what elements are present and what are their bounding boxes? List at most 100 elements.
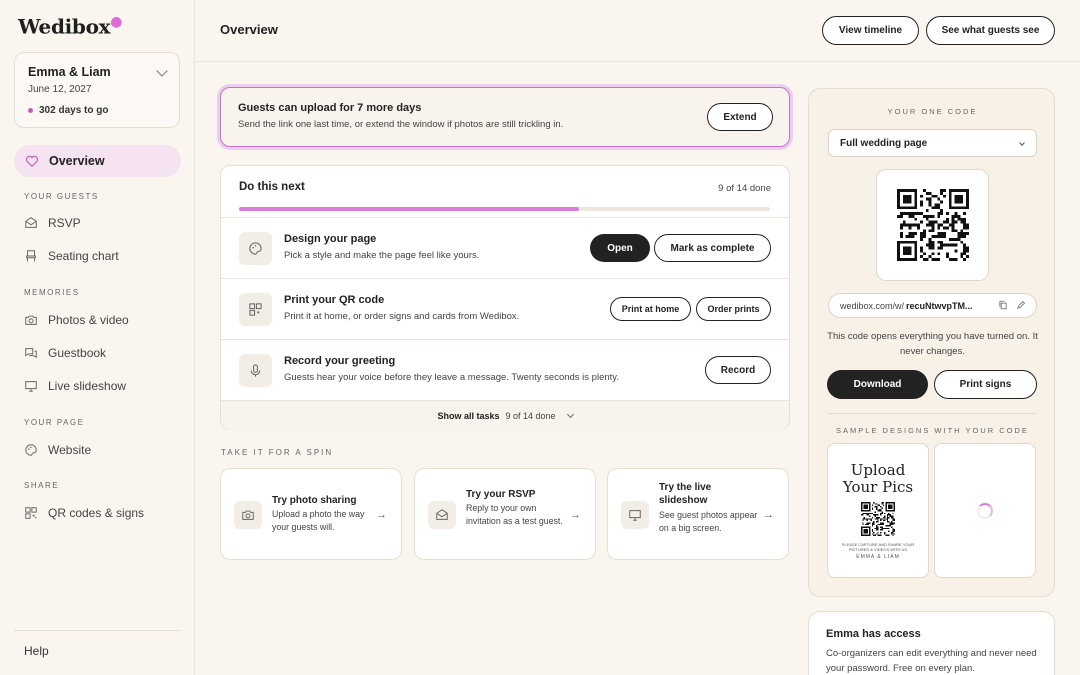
print-signs-button[interactable]: Print signs bbox=[934, 370, 1037, 399]
sample-headline: Upload Your Pics bbox=[842, 461, 914, 496]
sidebar-item-seating-chart[interactable]: Seating chart bbox=[24, 246, 119, 266]
spin-card-title: Try your RSVP bbox=[466, 489, 536, 500]
task-row-design: Design your page Pick a style and make t… bbox=[221, 217, 789, 278]
access-title: Emma has access bbox=[826, 628, 921, 640]
top-bar: Overview View timeline See what guests s… bbox=[195, 0, 1080, 62]
loading-spinner bbox=[977, 503, 993, 519]
countdown: 302 days to go bbox=[28, 105, 108, 116]
section-share: Share bbox=[24, 481, 60, 490]
progress-fill bbox=[239, 207, 579, 211]
qr-icon bbox=[24, 506, 38, 520]
task-row-greeting: Record your greeting Guests hear your vo… bbox=[221, 339, 789, 400]
edit-icon[interactable] bbox=[1016, 300, 1026, 312]
task-row-qr: Print your QR code Print it at home, or … bbox=[221, 278, 789, 339]
todo-card: Do this next 9 of 14 done Design your pa… bbox=[220, 165, 790, 430]
heart-icon bbox=[25, 154, 39, 168]
spin-card-photo-sharing[interactable]: Try photo sharing Upload a photo the way… bbox=[220, 468, 402, 560]
qr-code-image bbox=[876, 169, 989, 281]
event-date: June 12, 2027 bbox=[28, 84, 92, 95]
divider bbox=[14, 630, 181, 631]
show-all-tasks-toggle[interactable]: Show all tasks 9 of 14 done bbox=[221, 400, 789, 430]
sample-caption: PLEASE CAPTURE AND SHARE YOUR PICTURES &… bbox=[841, 542, 915, 552]
mark-complete-button[interactable]: Mark as complete bbox=[654, 234, 771, 262]
chevron-down-icon bbox=[566, 410, 574, 418]
upload-window-banner: Guests can upload for 7 more days Send t… bbox=[220, 87, 790, 147]
download-button[interactable]: Download bbox=[827, 370, 928, 399]
section-your-page: Your page bbox=[24, 418, 85, 427]
qr-url-field: wedibox.com/w/recuNtwvpTM... bbox=[828, 293, 1037, 318]
task-title: Record your greeting bbox=[284, 355, 396, 367]
access-subtitle: Co-organizers can edit everything and ne… bbox=[826, 648, 1037, 674]
spin-section-label: Take it for a spin bbox=[221, 448, 334, 457]
todo-title: Do this next bbox=[239, 181, 305, 193]
sample-design-upload-pics[interactable]: Upload Your Pics PLEASE CAPTURE AND SHARE… bbox=[827, 443, 929, 578]
task-subtitle: Pick a style and make the page feel like… bbox=[284, 250, 480, 261]
open-button[interactable]: Open bbox=[590, 234, 650, 262]
help-link[interactable]: Help bbox=[24, 644, 49, 658]
microphone-icon bbox=[239, 354, 272, 387]
task-subtitle: Guests hear your voice before they leave… bbox=[284, 372, 619, 383]
sidebar-item-rsvp[interactable]: RSVP bbox=[24, 213, 81, 233]
spin-card-subtitle: Reply to your own invitation as a test g… bbox=[466, 503, 563, 526]
qr-destination-select[interactable]: Full wedding page bbox=[828, 129, 1037, 157]
qr-description: This code opens everything you have turn… bbox=[827, 331, 1038, 357]
samples-label: Sample designs with your code bbox=[836, 426, 1029, 435]
qr-panel-label: Your one code bbox=[887, 107, 978, 116]
sidebar: Wedibox● Emma & Liam June 12, 2027 302 d… bbox=[0, 0, 195, 675]
view-timeline-button[interactable]: View timeline bbox=[822, 16, 919, 45]
task-subtitle: Print it at home, or order signs and car… bbox=[284, 311, 520, 322]
couple-name: Emma & Liam bbox=[28, 65, 111, 79]
order-prints-button[interactable]: Order prints bbox=[696, 297, 771, 321]
section-your-guests: Your guests bbox=[24, 192, 99, 201]
spin-card-subtitle: Upload a photo the way your guests will. bbox=[272, 509, 365, 532]
print-at-home-button[interactable]: Print at home bbox=[610, 297, 691, 321]
qr-code-graphic bbox=[896, 189, 969, 261]
task-title: Design your page bbox=[284, 233, 377, 245]
camera-icon bbox=[234, 501, 262, 529]
todo-progress-bar bbox=[239, 207, 770, 211]
banner-subtitle: Send the link one last time, or extend t… bbox=[238, 119, 564, 130]
sidebar-item-guestbook[interactable]: Guestbook bbox=[24, 343, 106, 363]
extend-button[interactable]: Extend bbox=[707, 103, 773, 131]
monitor-icon bbox=[24, 379, 38, 393]
see-guest-view-button[interactable]: See what guests see bbox=[926, 16, 1055, 45]
sample-names: EMMA & LIAM bbox=[856, 554, 900, 560]
sample-qr-graphic bbox=[861, 502, 895, 536]
chevron-down-icon bbox=[156, 65, 168, 77]
spin-card-title: Try the live slideshow bbox=[659, 482, 712, 506]
spin-card-title: Try photo sharing bbox=[272, 495, 357, 506]
sidebar-item-overview[interactable]: Overview bbox=[14, 145, 181, 177]
section-memories: Memories bbox=[24, 288, 80, 297]
event-switcher[interactable]: Emma & Liam June 12, 2027 302 days to go bbox=[14, 52, 180, 128]
camera-icon bbox=[24, 313, 38, 327]
wedibox-logo[interactable]: Wedibox● bbox=[18, 14, 123, 39]
qr-code-panel: Your one code Full wedding page wedibox.… bbox=[808, 88, 1055, 597]
sidebar-item-live-slideshow[interactable]: Live slideshow bbox=[24, 376, 126, 396]
palette-icon bbox=[24, 443, 38, 457]
palette-icon bbox=[239, 232, 272, 265]
chair-icon bbox=[24, 249, 38, 263]
sidebar-item-qr-codes-signs[interactable]: QR codes & signs bbox=[24, 503, 144, 523]
envelope-icon bbox=[24, 216, 38, 230]
chevron-down-icon bbox=[1019, 140, 1025, 146]
copy-icon[interactable] bbox=[998, 300, 1008, 312]
status-dot bbox=[28, 108, 33, 113]
monitor-icon bbox=[621, 501, 649, 529]
co-organizer-access-card: Emma has access Co-organizers can edit e… bbox=[808, 611, 1055, 675]
spin-card-rsvp[interactable]: Try your RSVP Reply to your own invitati… bbox=[414, 468, 596, 560]
sidebar-item-photos-video[interactable]: Photos & video bbox=[24, 310, 129, 330]
divider bbox=[828, 413, 1037, 414]
sidebar-item-website[interactable]: Website bbox=[24, 440, 91, 460]
spin-card-slideshow[interactable]: Try the live slideshow See guest photos … bbox=[607, 468, 789, 560]
task-title: Print your QR code bbox=[284, 294, 385, 306]
page-title: Overview bbox=[220, 22, 278, 37]
arrow-right-icon: → bbox=[376, 509, 387, 521]
chat-icon bbox=[24, 346, 38, 360]
spin-card-subtitle: See guest photos appear on a big screen. bbox=[659, 510, 758, 533]
todo-count: 9 of 14 done bbox=[718, 183, 771, 194]
sample-design-loading[interactable] bbox=[934, 443, 1036, 578]
record-button[interactable]: Record bbox=[705, 356, 771, 384]
envelope-icon bbox=[428, 501, 456, 529]
banner-title: Guests can upload for 7 more days bbox=[238, 102, 422, 114]
arrow-right-icon: → bbox=[763, 509, 774, 521]
